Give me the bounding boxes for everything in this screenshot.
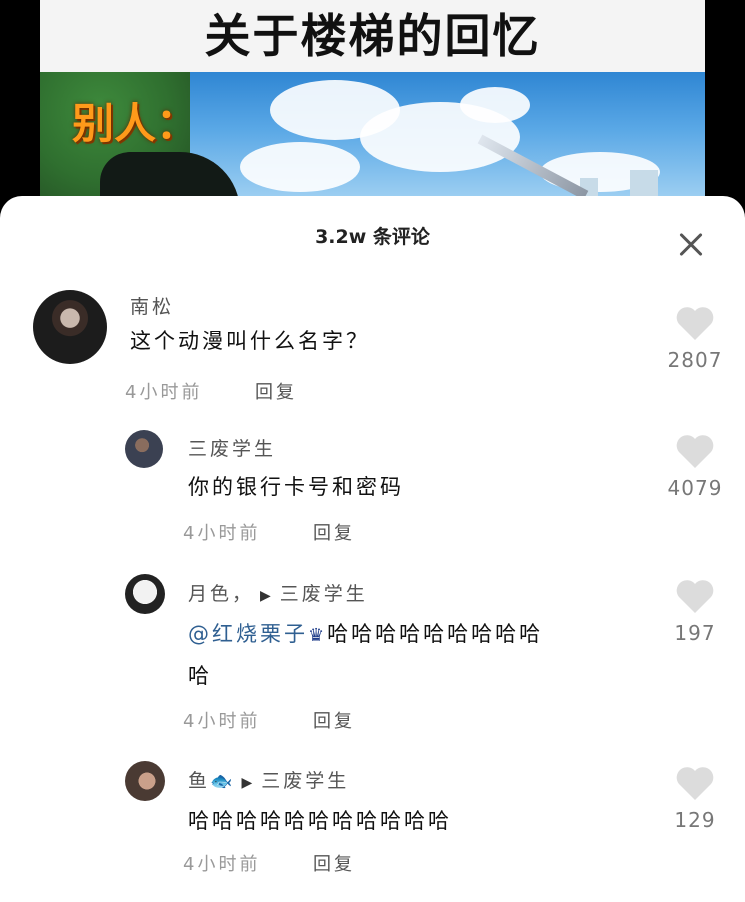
like-count: 197 [674, 621, 716, 645]
play-arrow-icon: ▶ [260, 588, 274, 604]
comment-time: 4小时前 [125, 382, 203, 403]
comments-count-title: 3.2w 条评论 [315, 226, 430, 248]
avatar[interactable] [125, 574, 165, 614]
comment-username-text[interactable]: 鱼 [188, 770, 210, 792]
reply-button[interactable]: 回复 [313, 850, 355, 876]
comment-time: 4小时前 [183, 523, 261, 544]
video-player[interactable]: 关于楼梯的回忆 别人： [40, 0, 705, 200]
reply-to-username[interactable]: 三废学生 [280, 583, 368, 605]
heart-icon [676, 767, 714, 800]
reply-button[interactable]: 回复 [255, 378, 297, 404]
comment-username[interactable]: 三废学生 [188, 434, 276, 461]
reply-button[interactable]: 回复 [313, 519, 355, 545]
comments-sheet: 3.2w 条评论 南松 这个动漫叫什么名字？ 4小时前 回复 2807 三废学生… [0, 196, 745, 902]
crown-icon: ♛ [308, 625, 328, 646]
like-count: 4079 [667, 476, 723, 500]
heart-icon [676, 435, 714, 468]
comment-time: 4小时前 [183, 854, 261, 875]
mention-link[interactable]: @红烧栗子 [188, 622, 308, 646]
comment-text: 这个动漫叫什么名字？ [130, 329, 370, 353]
heart-icon [676, 307, 714, 340]
like-button[interactable]: 2807 [660, 306, 730, 372]
like-button[interactable]: 4079 [660, 434, 730, 500]
comment-username[interactable]: 南松 [130, 292, 174, 319]
avatar[interactable] [125, 430, 163, 468]
comment-text: @红烧栗子♛哈哈哈哈哈哈哈哈哈 [188, 613, 543, 657]
comment-username: 鱼🐟 ▶ 三废学生 [188, 766, 349, 793]
like-button[interactable]: 197 [660, 579, 730, 645]
comment-time: 4小时前 [183, 711, 261, 732]
comment-text-line1: 哈哈哈哈哈哈哈哈哈 [327, 622, 544, 646]
reply-to-username[interactable]: 三废学生 [261, 770, 349, 792]
comment-username-text[interactable]: 月色， [188, 583, 254, 605]
fish-icon: 🐟 [210, 771, 236, 792]
close-icon[interactable] [672, 226, 710, 264]
play-arrow-icon: ▶ [241, 775, 256, 791]
comment-text-line2: 哈 [188, 664, 212, 688]
video-caption: 别人： [72, 99, 199, 148]
comments-header: 3.2w 条评论 [0, 196, 745, 276]
heart-icon [676, 580, 714, 613]
avatar[interactable] [33, 290, 107, 364]
reply-button[interactable]: 回复 [313, 707, 355, 733]
comment-text: 哈哈哈哈哈哈哈哈哈哈哈 [188, 809, 452, 833]
avatar[interactable] [125, 761, 165, 801]
video-frame: 别人： [40, 72, 705, 200]
video-title: 关于楼梯的回忆 [40, 0, 705, 72]
comment-username: 月色， ▶ 三废学生 [188, 579, 368, 606]
like-count: 129 [674, 808, 716, 832]
like-button[interactable]: 129 [660, 766, 730, 832]
comment-text: 你的银行卡号和密码 [188, 475, 404, 499]
like-count: 2807 [667, 348, 723, 372]
